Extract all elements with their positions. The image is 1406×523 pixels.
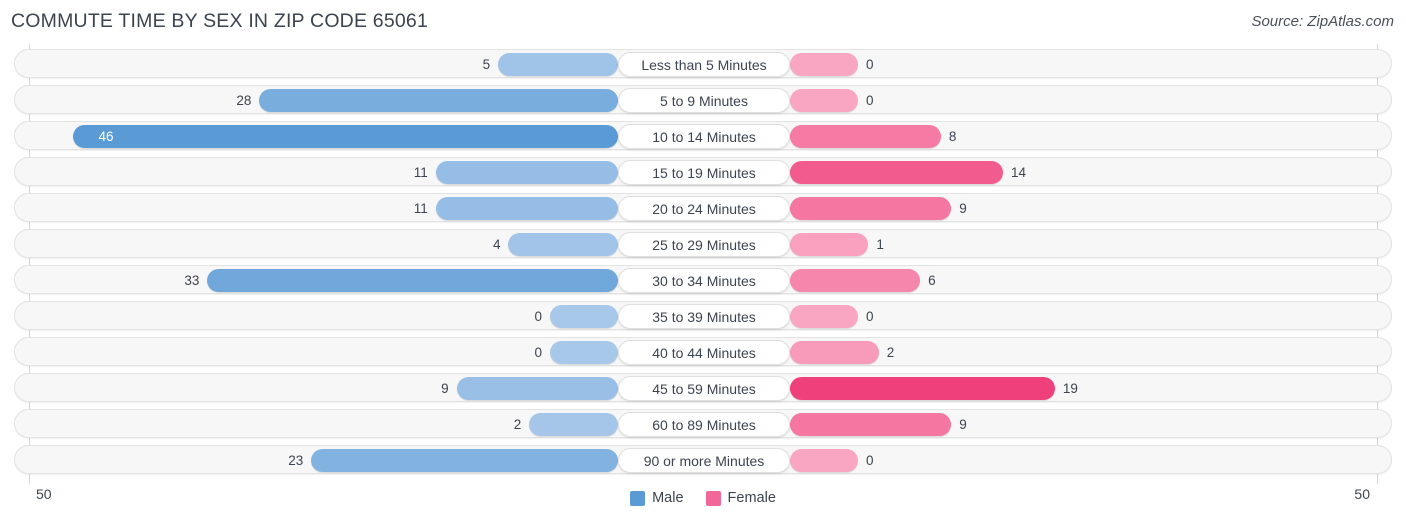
female-bar[interactable] [790,305,858,328]
category-label: 90 or more Minutes [618,448,790,473]
male-bar[interactable] [529,413,618,436]
female-bar[interactable] [790,233,869,256]
category-label: 15 to 19 Minutes [618,160,790,185]
chart-row: 4 1 25 to 29 Minutes [14,229,1392,258]
chart-plot-area: 5 0 Less than 5 Minutes 28 0 5 to 9 Minutes 46… [0,44,1406,484]
legend-swatch-icon [630,490,646,506]
male-value-label: 23 [288,453,304,468]
legend-item-female[interactable]: Female [705,490,776,506]
male-value-label: 0 [534,309,542,324]
male-value-label: 46 [98,129,114,144]
chart-row: 2 9 60 to 89 Minutes [14,409,1392,438]
female-value-label: 0 [866,57,874,72]
female-bar[interactable] [790,449,858,472]
chart-row: 5 0 Less than 5 Minutes [14,49,1392,78]
chart-row: 46 8 10 to 14 Minutes [14,121,1392,150]
chart-row: 11 9 20 to 24 Minutes [14,193,1392,222]
male-bar[interactable] [72,125,618,148]
female-bar[interactable] [790,125,941,148]
chart-row: 28 0 5 to 9 Minutes [14,85,1392,114]
female-value-label: 1 [876,237,884,252]
page-title: COMMUTE TIME BY SEX IN ZIP CODE 65061 [11,10,429,32]
male-bar[interactable] [498,53,618,76]
male-bar[interactable] [311,449,618,472]
legend-label: Male [652,490,684,506]
chart-row: 0 2 40 to 44 Minutes [14,337,1392,366]
category-label: 45 to 59 Minutes [618,376,790,401]
male-bar[interactable] [207,269,618,292]
female-bar[interactable] [790,377,1055,400]
chart-row: 33 6 30 to 34 Minutes [14,265,1392,294]
female-bar[interactable] [790,197,952,220]
chart-row: 9 19 45 to 59 Minutes [14,373,1392,402]
male-bar[interactable] [456,377,618,400]
female-value-label: 2 [886,345,895,360]
female-value-label: 0 [866,453,874,468]
category-label: 10 to 14 Minutes [618,124,790,149]
female-value-label: 9 [959,417,967,432]
source-attribution: Source: ZipAtlas.com [1251,13,1394,30]
female-bar[interactable] [790,269,921,292]
female-bar[interactable] [790,161,1004,184]
category-label: 20 to 24 Minutes [618,196,790,221]
male-value-label: 9 [441,381,449,396]
chart-footer: 50 50 Male Female [0,484,1406,523]
female-bar[interactable] [790,341,879,364]
male-value-label: 4 [492,237,501,252]
male-bar[interactable] [259,89,618,112]
male-value-label: 5 [482,57,491,72]
female-value-label: 14 [1011,165,1027,180]
male-bar[interactable] [435,161,618,184]
category-label: 5 to 9 Minutes [618,88,790,113]
female-value-label: 6 [928,273,936,288]
legend-item-male[interactable]: Male [630,490,684,506]
female-bar[interactable] [790,89,858,112]
chart-row: 11 14 15 to 19 Minutes [14,157,1392,186]
male-bar[interactable] [550,305,618,328]
male-bar[interactable] [435,197,618,220]
category-label: 30 to 34 Minutes [618,268,790,293]
female-value-label: 8 [948,129,957,144]
category-label: 25 to 29 Minutes [618,232,790,257]
chart-row: 23 0 90 or more Minutes [14,445,1392,474]
male-value-label: 2 [513,417,522,432]
male-value-label: 33 [184,273,200,288]
female-bar[interactable] [790,53,858,76]
male-bar[interactable] [508,233,618,256]
female-value-label: 19 [1062,381,1078,396]
legend-label: Female [727,490,776,506]
chart-header: COMMUTE TIME BY SEX IN ZIP CODE 65061 So… [0,0,1406,44]
bar-rows-container: 5 0 Less than 5 Minutes 28 0 5 to 9 Minutes 46… [0,49,1406,481]
male-value-label: 11 [413,165,428,180]
male-value-label: 0 [534,345,542,360]
male-value-label: 11 [413,201,428,216]
legend-swatch-icon [705,490,721,506]
female-bar[interactable] [790,413,952,436]
male-bar[interactable] [550,341,618,364]
female-value-label: 9 [959,201,967,216]
category-label: 40 to 44 Minutes [618,340,790,365]
chart-legend: Male Female [0,490,1406,506]
female-value-label: 0 [866,93,874,108]
category-label: 35 to 39 Minutes [618,304,790,329]
category-label: 60 to 89 Minutes [618,412,790,437]
chart-row: 0 0 35 to 39 Minutes [14,301,1392,330]
male-value-label: 28 [236,93,252,108]
female-value-label: 0 [866,309,874,324]
category-label: Less than 5 Minutes [618,52,790,77]
